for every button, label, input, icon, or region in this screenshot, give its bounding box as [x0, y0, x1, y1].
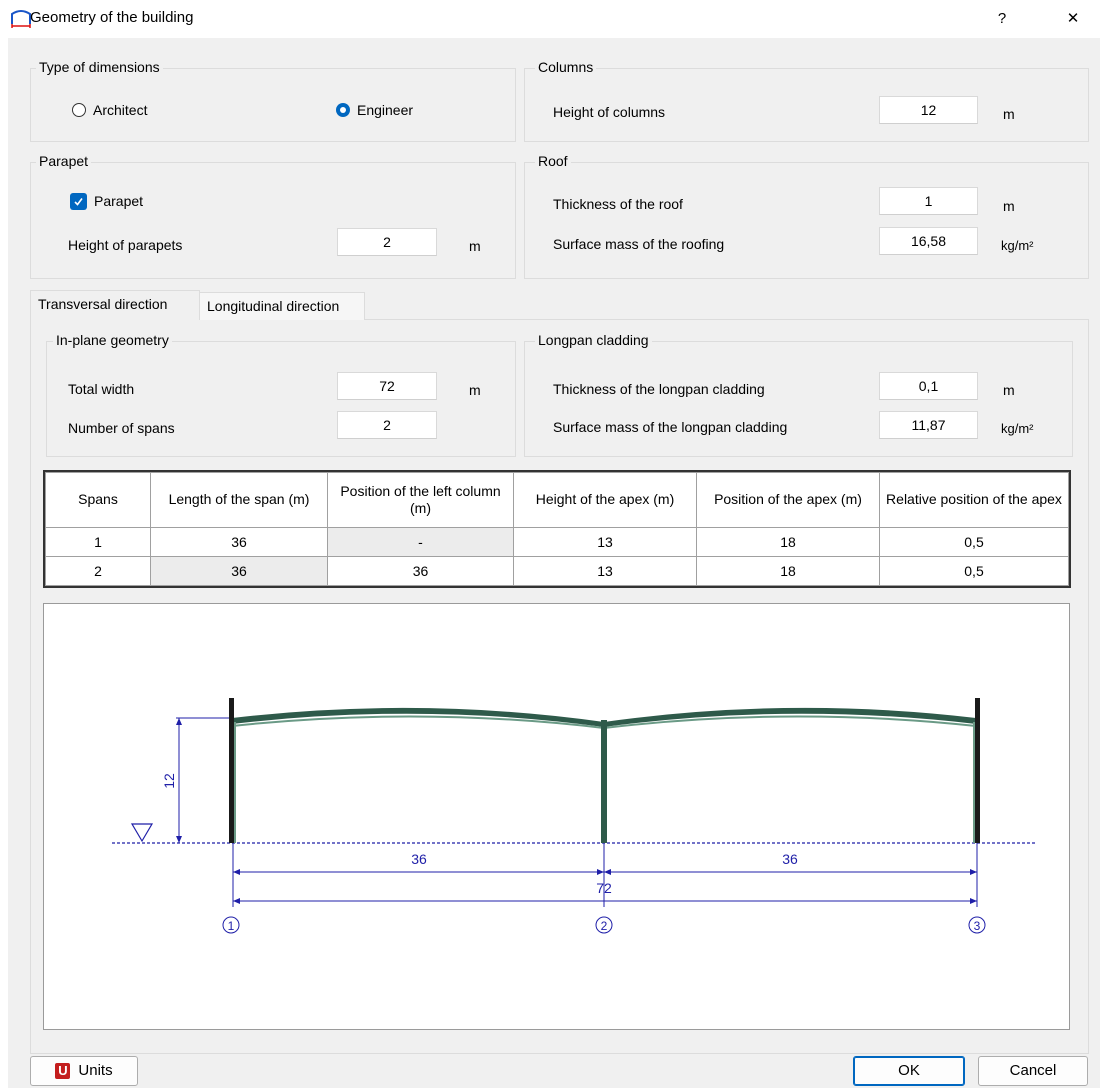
- table-cell[interactable]: 36: [150, 526, 328, 557]
- radio-unchecked-icon: [72, 103, 86, 117]
- tab-longitudinal-direction[interactable]: Longitudinal direction: [199, 292, 365, 320]
- number-of-spans-label: Number of spans: [68, 420, 175, 436]
- column-1: [229, 698, 234, 843]
- column-header: Height of the apex (m): [513, 472, 697, 528]
- longpan-mass-label: Surface mass of the longpan cladding: [553, 419, 788, 435]
- axis-label-1: 1: [228, 919, 235, 933]
- engineer-radio[interactable]: Engineer: [336, 100, 413, 120]
- column-2: [601, 720, 607, 843]
- units-icon: U: [55, 1063, 71, 1079]
- column-header: Position of the apex (m): [696, 472, 880, 528]
- roof-thickness-unit: m: [1003, 198, 1015, 214]
- axis-label-3: 3: [974, 919, 981, 933]
- longpan-thickness-input[interactable]: 0,1: [879, 372, 978, 400]
- roof-thickness-label: Thickness of the roof: [553, 196, 683, 212]
- table-cell[interactable]: 0,5: [879, 526, 1069, 557]
- checkbox-checked-icon: [70, 192, 87, 210]
- parapet-checkbox[interactable]: Parapet: [70, 191, 143, 211]
- spans-table: Spans Length of the span (m) Position of…: [45, 472, 1069, 587]
- building-icon: [11, 10, 31, 28]
- table-cell: 36: [150, 555, 328, 587]
- height-of-columns-unit: m: [1003, 106, 1015, 122]
- type-of-dimensions-title: Type of dimensions: [36, 59, 163, 75]
- longpan-mass-unit: kg/m²: [1001, 421, 1034, 436]
- longpan-thickness-label: Thickness of the longpan cladding: [553, 381, 765, 397]
- roofing-mass-unit: kg/m²: [1001, 238, 1034, 253]
- table-cell: -: [327, 526, 514, 557]
- roof-thickness-input[interactable]: 1: [879, 187, 978, 215]
- height-dimension-label: 12: [161, 773, 177, 789]
- table-cell[interactable]: 13: [513, 526, 697, 557]
- table-cell[interactable]: 18: [696, 526, 880, 557]
- table-cell[interactable]: 13: [513, 555, 697, 587]
- close-button[interactable]: ✕: [1058, 6, 1088, 32]
- number-of-spans-input[interactable]: 2: [337, 411, 437, 439]
- parapet-title: Parapet: [36, 153, 92, 169]
- title-bar: Geometry of the building ? ✕: [0, 0, 1100, 38]
- column-header: Length of the span (m): [150, 472, 328, 528]
- span-1-dimension-label: 36: [411, 851, 427, 867]
- in-plane-geometry-group: [46, 341, 516, 457]
- columns-title: Columns: [535, 59, 597, 75]
- longpan-cladding-title: Longpan cladding: [535, 332, 652, 348]
- longpan-thickness-unit: m: [1003, 382, 1015, 398]
- in-plane-geometry-title: In-plane geometry: [53, 332, 172, 348]
- cancel-button[interactable]: Cancel: [978, 1056, 1088, 1086]
- ok-button[interactable]: OK: [853, 1056, 965, 1086]
- column-header: Relative position of the apex: [879, 472, 1069, 528]
- roofing-mass-label: Surface mass of the roofing: [553, 236, 725, 252]
- total-dimension-label: 72: [596, 880, 612, 896]
- table-cell[interactable]: 1: [45, 526, 151, 557]
- table-row: 1 36 - 13 18 0,5: [45, 526, 1069, 557]
- table-cell[interactable]: 0,5: [879, 555, 1069, 587]
- roof-group: [524, 162, 1089, 279]
- building-drawing-canvas: 12 36 36 72 1 2 3: [43, 603, 1070, 1030]
- table-cell[interactable]: 2: [45, 555, 151, 587]
- roofing-mass-input[interactable]: 16,58: [879, 227, 978, 255]
- longpan-mass-input[interactable]: 11,87: [879, 411, 978, 439]
- roof-title: Roof: [535, 153, 571, 169]
- table-cell[interactable]: 36: [327, 555, 514, 587]
- axis-label-2: 2: [601, 919, 608, 933]
- total-width-label: Total width: [68, 381, 135, 397]
- parapet-group: [30, 162, 516, 279]
- height-of-parapets-label: Height of parapets: [68, 237, 183, 253]
- tab-transversal-direction[interactable]: Transversal direction: [30, 290, 200, 320]
- building-elevation-drawing: 12 36 36 72 1 2 3: [112, 698, 1036, 934]
- column-header: Position of the left column (m): [327, 472, 514, 528]
- height-of-parapets-input[interactable]: 2: [337, 228, 437, 256]
- column-3: [975, 698, 980, 843]
- total-width-input[interactable]: 72: [337, 372, 437, 400]
- window-title: Geometry of the building: [30, 9, 194, 26]
- table-header-row: Spans Length of the span (m) Position of…: [45, 472, 1069, 528]
- spans-table-frame: Spans Length of the span (m) Position of…: [43, 470, 1071, 588]
- level-triangle-icon: [130, 823, 154, 843]
- height-of-columns-input[interactable]: 12: [879, 96, 978, 124]
- height-of-columns-label: Height of columns: [553, 104, 666, 120]
- radio-checked-icon: [336, 103, 350, 117]
- help-button[interactable]: ?: [987, 6, 1017, 32]
- units-button[interactable]: U Units: [30, 1056, 138, 1086]
- table-row: 2 36 36 13 18 0,5: [45, 555, 1069, 587]
- span-2-dimension-label: 36: [782, 851, 798, 867]
- longpan-cladding-group: [524, 341, 1073, 457]
- architect-radio[interactable]: Architect: [72, 100, 147, 120]
- total-width-unit: m: [469, 382, 481, 398]
- height-of-parapets-unit: m: [469, 238, 481, 254]
- table-cell[interactable]: 18: [696, 555, 880, 587]
- column-header: Spans: [45, 472, 151, 528]
